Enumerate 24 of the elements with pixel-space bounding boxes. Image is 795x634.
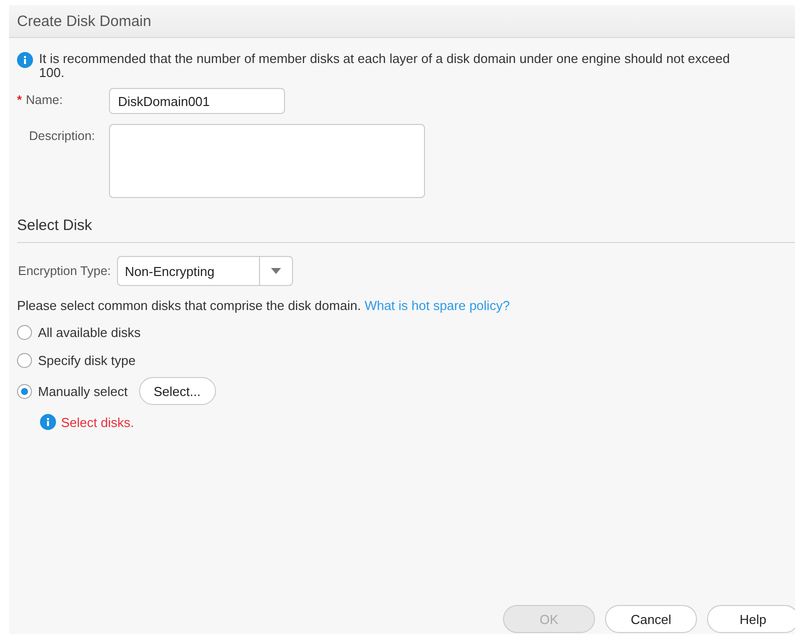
dialog-button[interactable]: Help — [707, 605, 795, 633]
info-icon — [17, 52, 33, 68]
radio-button[interactable] — [17, 324, 32, 340]
field-label: Name: — [26, 93, 63, 107]
field-label: Description: — [29, 129, 95, 143]
option-label: Manually select — [38, 384, 128, 398]
section-title: Select Disk — [17, 217, 795, 243]
radio-button[interactable] — [17, 384, 32, 398]
option-label: All available disks — [38, 324, 141, 340]
description-field[interactable] — [109, 124, 425, 198]
option-label: Specify disk type — [38, 352, 136, 368]
info-icon — [40, 414, 56, 430]
select-button[interactable]: Select... — [138, 377, 216, 405]
required-mark: * — [17, 93, 22, 107]
caret-icon — [270, 268, 281, 274]
encryption-type-select[interactable]: Non-Encrypting — [116, 256, 293, 286]
error-message: Select disks. — [61, 414, 134, 430]
dialog-button[interactable]: Cancel — [605, 605, 697, 633]
radio-button[interactable] — [17, 352, 32, 368]
window-title: Create Disk Domain — [17, 12, 152, 30]
notice-text: It is recommended that the number of member disks at each layer of a disk domain under one engine should not exceed 100. — [39, 52, 731, 80]
instruction-text: Please select common disks that comprise the disk domain. What is hot spare policy? — [17, 298, 511, 313]
field-label: Encryption Type: — [18, 264, 111, 278]
name-field[interactable]: DiskDomain001 — [109, 88, 285, 114]
